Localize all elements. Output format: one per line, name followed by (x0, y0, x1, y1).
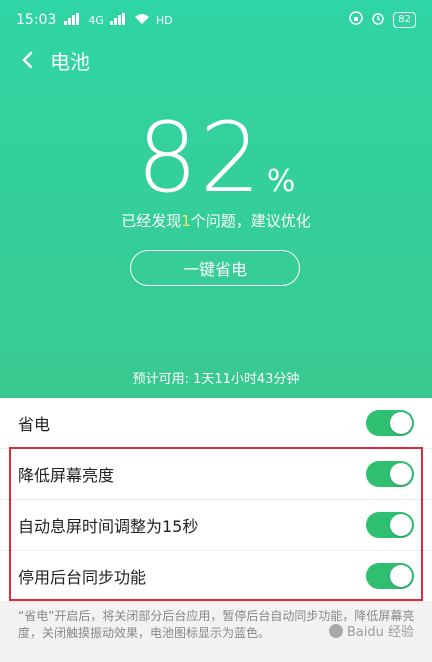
issue-suffix: 个问题，建议优化 (190, 212, 311, 230)
one-key-save-button[interactable]: 一键省电 (130, 250, 300, 286)
settings-list: 省电 降低屏幕亮度 自动息屏时间调整为15秒 停用后台同步功能 (0, 398, 432, 602)
battery-status-value: 82 (398, 14, 411, 25)
network-type-label: 4G (88, 13, 104, 27)
status-left: 15:03 4G HD (16, 12, 173, 28)
lock-icon (349, 11, 364, 29)
signal-icon (64, 12, 82, 28)
watermark: Baidu 经验 (328, 621, 414, 640)
page-title: 电池 (50, 49, 90, 74)
battery-header: 15:03 4G HD 82 电池 82 % 已经发现1个问题，建议优化 一键省… (0, 0, 432, 398)
setting-row-background-sync: 停用后台同步功能 (0, 551, 432, 602)
paw-icon (328, 623, 343, 638)
estimated-time: 预计可用: 1天11小时43分钟 (132, 372, 300, 387)
wifi-icon (134, 13, 150, 28)
status-time: 15:03 (16, 12, 57, 28)
toggle-knob (390, 565, 412, 587)
battery-percentage: 82% (0, 110, 432, 206)
back-icon[interactable] (16, 49, 38, 71)
toggle-knob (390, 412, 412, 434)
setting-label: 停用后台同步功能 (18, 568, 147, 587)
issue-count: 1 (181, 212, 191, 230)
status-right: 82 (349, 11, 416, 29)
setting-row-screen-timeout: 自动息屏时间调整为15秒 (0, 500, 432, 551)
issue-prefix: 已经发现 (121, 212, 182, 230)
top-nav: 电池 (0, 40, 432, 80)
issue-summary: 已经发现1个问题，建议优化 (0, 210, 432, 231)
hd-icon: HD (155, 13, 173, 27)
setting-label: 省电 (18, 415, 51, 434)
battery-status-icon: 82 (393, 12, 416, 28)
toggle-knob (390, 514, 412, 536)
reduce-brightness-toggle[interactable] (366, 461, 414, 487)
screen-timeout-toggle[interactable] (366, 512, 414, 538)
battery-percent-sign: % (266, 164, 296, 199)
signal-icon-2 (109, 12, 128, 28)
signal-icons: 4G HD (64, 12, 173, 28)
setting-label: 自动息屏时间调整为15秒 (18, 517, 199, 536)
setting-row-power-save: 省电 (0, 398, 432, 449)
toggle-knob (390, 463, 412, 485)
setting-row-reduce-brightness: 降低屏幕亮度 (0, 449, 432, 500)
status-bar: 15:03 4G HD 82 (0, 0, 432, 40)
power-save-toggle[interactable] (366, 410, 414, 436)
background-sync-toggle[interactable] (366, 563, 414, 589)
setting-label: 降低屏幕亮度 (18, 466, 115, 485)
alarm-icon (371, 11, 385, 29)
watermark-text: Baidu 经验 (346, 625, 414, 640)
battery-percent-number: 82 (136, 102, 263, 214)
